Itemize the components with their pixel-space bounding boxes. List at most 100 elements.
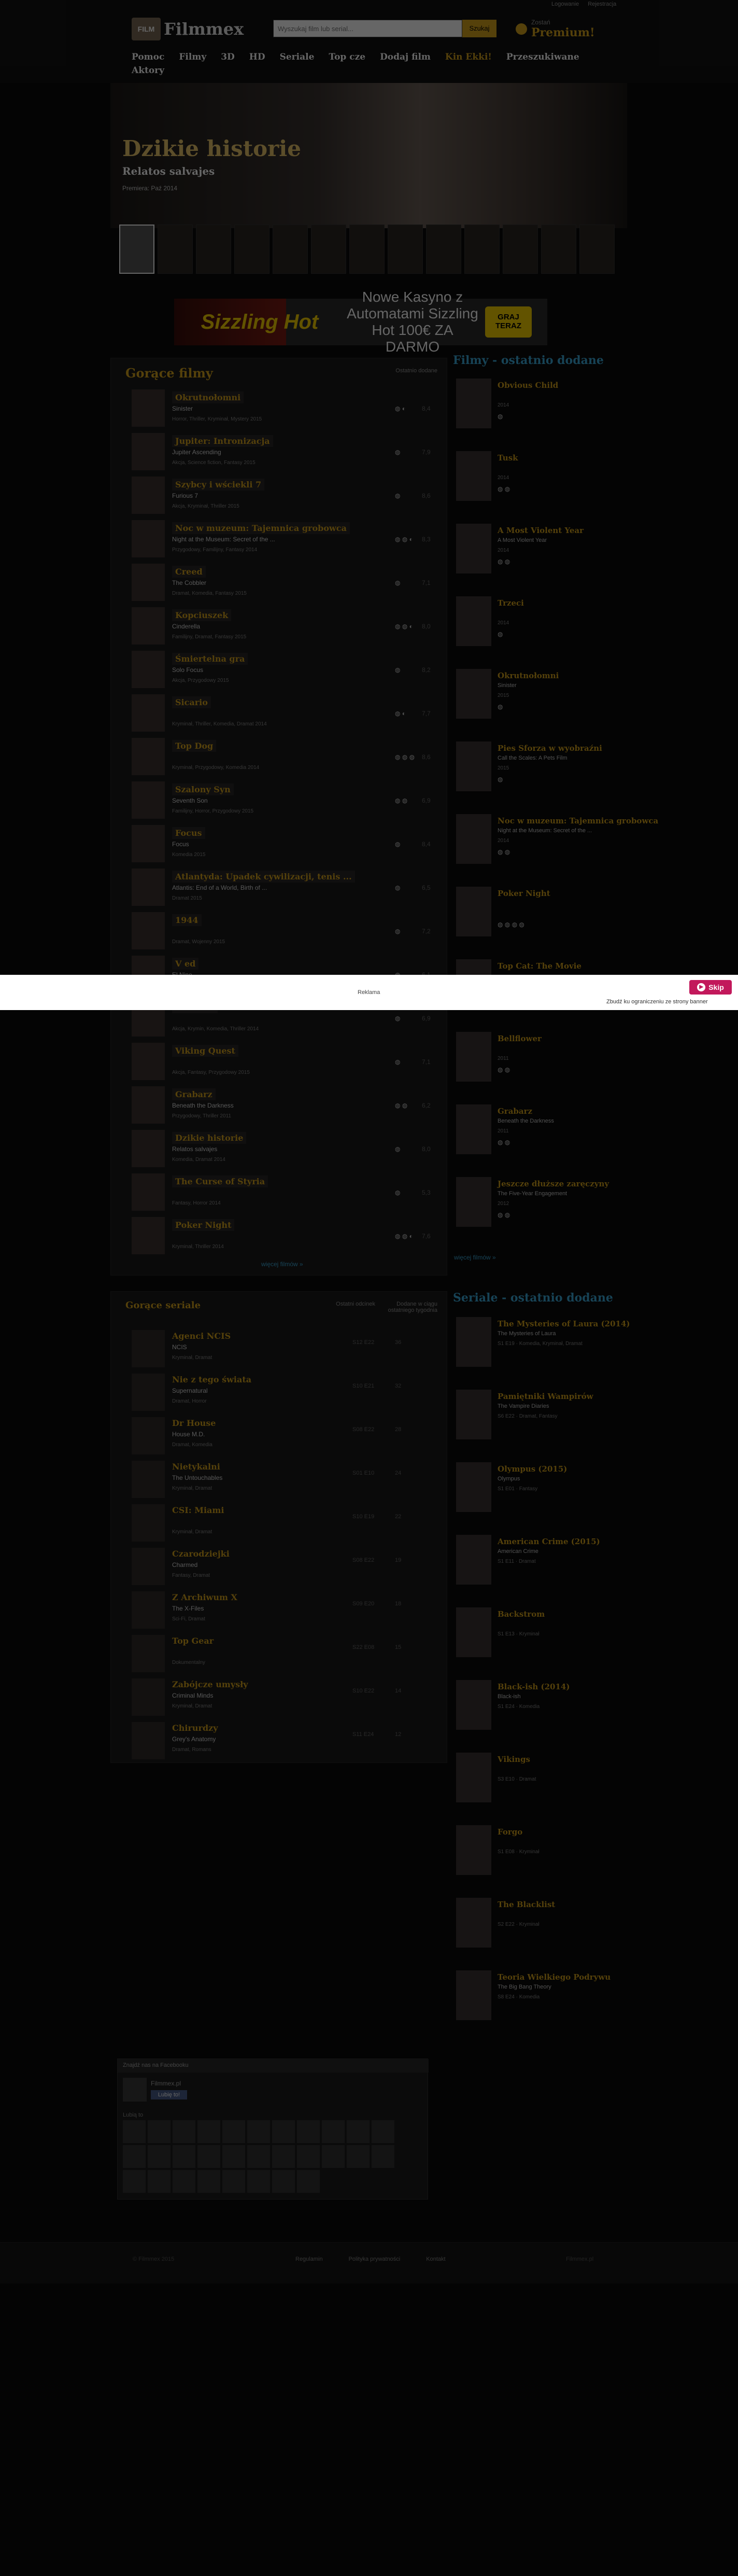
sidebar-serial-poster[interactable]	[456, 1462, 491, 1512]
sidebar-more-films[interactable]: więcej filmów »	[454, 1254, 496, 1261]
serial-title[interactable]: Nie z tego świata	[172, 1375, 251, 1384]
nav-item-cinema[interactable]: Kin Ekki!	[445, 52, 492, 62]
site-logo[interactable]: FILM Filmmex	[132, 18, 244, 40]
film-title[interactable]: Noc w muzeum: Tajemnica grobowca	[172, 522, 350, 534]
hero-thumb[interactable]	[388, 225, 423, 274]
serial-title[interactable]: CSI: Miami	[172, 1505, 224, 1515]
sidebar-film-poster[interactable]	[456, 379, 491, 428]
sidebar-serial-poster[interactable]	[456, 1317, 491, 1367]
sidebar-film-item[interactable]: Pies Sforza w wyobraźni Call the Scales: …	[456, 741, 627, 814]
sidebar-serial-item[interactable]: Black-ish (2014) Black-ish S1 E24 · Komedi…	[456, 1680, 627, 1753]
sidebar-serial-item[interactable]: Pamiętniki Wampirów The Vampire Diaries S6…	[456, 1390, 627, 1462]
sidebar-serial-poster[interactable]	[456, 1680, 491, 1730]
film-poster[interactable]	[132, 781, 165, 819]
fan-avatar[interactable]	[272, 2145, 295, 2168]
search-input[interactable]	[273, 20, 462, 37]
film-title[interactable]: Top Dog	[172, 740, 217, 752]
film-row[interactable]: Top Dog Kryminał, Przygodowy, Komedia 201…	[111, 738, 431, 779]
hot-films-sort[interactable]: Ostatnio dodane	[380, 368, 437, 374]
serial-row[interactable]: Dr House House M.D. Dramat, Komedia S08 E22…	[111, 1417, 427, 1461]
serial-row[interactable]: Nietykalni The Untouchables Kryminał, Dram…	[111, 1461, 427, 1504]
film-poster[interactable]	[132, 607, 165, 645]
film-poster[interactable]	[132, 1086, 165, 1124]
fan-avatar[interactable]	[272, 2120, 295, 2143]
sidebar-film-title[interactable]: Obvious Child	[498, 381, 558, 390]
film-title[interactable]: Sicario	[172, 696, 211, 708]
serial-poster[interactable]	[132, 1461, 165, 1498]
sidebar-serial-poster[interactable]	[456, 1825, 491, 1875]
film-row[interactable]: Grabarz Beneath the Darkness Przygodowy, T…	[111, 1086, 431, 1128]
sidebar-film-title[interactable]: Poker Night	[498, 889, 550, 898]
sidebar-film-item[interactable]: Bellflower 2011 ◍ ◍	[456, 1032, 627, 1104]
nav-item-actors[interactable]: Aktory	[132, 65, 164, 76]
sidebar-serial-title[interactable]: Pamiętniki Wampirów	[498, 1392, 593, 1401]
nav-item-3d[interactable]: 3D	[221, 52, 235, 62]
film-row[interactable]: Szalony Syn Seventh Son Familijny, Horror,…	[111, 781, 431, 823]
search-button[interactable]: Szukaj	[462, 20, 496, 37]
fan-avatar[interactable]	[123, 2170, 146, 2193]
serial-title[interactable]: Nietykalni	[172, 1462, 220, 1472]
serial-poster[interactable]	[132, 1635, 165, 1672]
sidebar-film-item[interactable]: Noc w muzeum: Tajemnica grobowca Night at…	[456, 814, 658, 887]
sidebar-serial-title[interactable]: Black-ish (2014)	[498, 1682, 570, 1691]
casino-ad[interactable]: Sizzling Hot Nowe Kasyno z Automatami Si…	[174, 289, 547, 355]
serial-row[interactable]: Nie z tego świata Supernatural Dramat, Hor…	[111, 1374, 427, 1417]
film-title[interactable]: Viking Quest	[172, 1045, 238, 1057]
fan-avatar[interactable]	[272, 2170, 295, 2193]
skip-button[interactable]: ▶ Skip	[689, 980, 732, 995]
film-poster[interactable]	[132, 477, 165, 514]
film-title[interactable]: Focus	[172, 827, 205, 839]
film-row[interactable]: Kopciuszek Cinderella Familijny, Dramat, F…	[111, 607, 431, 649]
facebook-like-button[interactable]: Lubię to!	[151, 2090, 187, 2099]
serial-row[interactable]: Zabójcze umysły Criminal Minds Kryminał, D…	[111, 1678, 427, 1722]
serial-poster[interactable]	[132, 1330, 165, 1367]
nav-item-home[interactable]: Pomoc	[132, 52, 164, 62]
fan-avatar[interactable]	[297, 2170, 320, 2193]
sidebar-film-item[interactable]: Okrutnołomni Sinister 2015 ◍	[456, 669, 627, 741]
sidebar-serial-title[interactable]: Forgo	[498, 1827, 522, 1837]
hero-thumb[interactable]	[541, 225, 576, 274]
film-row[interactable]: Atlantyda: Upadek cywilizacji, tenis ...…	[111, 869, 431, 910]
serial-row[interactable]: Chirurdzy Grey's Anatomy Dramat, Romans S11…	[111, 1722, 427, 1766]
sidebar-serial-poster[interactable]	[456, 1390, 491, 1439]
hero-thumb[interactable]	[464, 225, 500, 274]
film-poster[interactable]	[132, 1217, 165, 1254]
sidebar-serial-item[interactable]: Olympus (2015) Olympus S1 E01 · Fantasy	[456, 1462, 627, 1535]
sidebar-film-item[interactable]: Grabarz Beneath the Darkness 2011 ◍ ◍	[456, 1104, 627, 1177]
sidebar-film-title[interactable]: Bellflower	[498, 1034, 542, 1043]
premium-link[interactable]: Zostań Premium!	[516, 19, 595, 39]
hero-thumb[interactable]	[426, 225, 461, 274]
sidebar-serial-poster[interactable]	[456, 1898, 491, 1948]
film-row[interactable]: The Curse of Styria Fantasy, Horror 2014 ◍…	[111, 1173, 431, 1215]
film-poster[interactable]	[132, 694, 165, 732]
ad-button[interactable]: GRAJ TERAZ	[485, 306, 532, 338]
sidebar-serial-title[interactable]: Olympus (2015)	[498, 1464, 567, 1474]
film-title[interactable]: V ed	[172, 958, 199, 970]
film-poster[interactable]	[132, 651, 165, 688]
film-row[interactable]: Dzikie historie Relatos salvajes Komedia, …	[111, 1130, 431, 1171]
fan-avatar[interactable]	[148, 2145, 171, 2168]
sidebar-serial-item[interactable]: The Blacklist S2 E22 · Kryminał	[456, 1898, 627, 1970]
fan-avatar[interactable]	[297, 2145, 320, 2168]
film-poster[interactable]	[132, 564, 165, 601]
serial-title[interactable]: Top Gear	[172, 1636, 214, 1646]
fan-avatar[interactable]	[247, 2145, 270, 2168]
hero-thumb[interactable]	[196, 225, 231, 274]
fan-avatar[interactable]	[247, 2170, 270, 2193]
fan-avatar[interactable]	[222, 2170, 245, 2193]
fan-avatar[interactable]	[322, 2145, 345, 2168]
fan-avatar[interactable]	[222, 2145, 245, 2168]
sidebar-film-title[interactable]: Trzeci	[498, 598, 524, 608]
serial-row[interactable]: Czarodziejki Charmed Fantasy, Dramat S08 E2…	[111, 1548, 427, 1591]
sidebar-film-title[interactable]: Noc w muzeum: Tajemnica grobowca	[498, 816, 658, 825]
footer-link-privacy[interactable]: Polityka prywatności	[349, 2256, 401, 2262]
film-poster[interactable]	[132, 1043, 165, 1080]
serial-title[interactable]: Chirurdzy	[172, 1723, 218, 1733]
nav-item-add-film[interactable]: Dodaj film	[380, 52, 431, 62]
fan-avatar[interactable]	[247, 2120, 270, 2143]
sidebar-serial-item[interactable]: The Mysteries of Laura (2014) The Mysteri…	[456, 1317, 630, 1390]
sidebar-film-item[interactable]: Obvious Child 2014 ◍	[456, 379, 627, 451]
fan-avatar[interactable]	[173, 2145, 195, 2168]
film-title[interactable]: Grabarz	[172, 1088, 216, 1100]
footer-link-contact[interactable]: Kontakt	[426, 2256, 445, 2262]
